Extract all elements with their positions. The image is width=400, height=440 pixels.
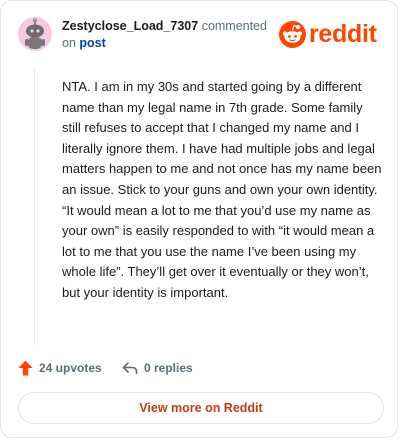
snoo-avatar-icon xyxy=(25,18,45,49)
reply-count: 0 replies xyxy=(144,361,193,375)
user-avatar[interactable] xyxy=(18,17,52,51)
thread-line[interactable] xyxy=(34,67,35,345)
comment-meta: Zestyclose_Load_7307 commented on post xyxy=(62,18,267,52)
upvote-arrow-icon xyxy=(18,360,33,376)
on-text: on xyxy=(62,36,76,50)
reddit-brand[interactable]: reddit xyxy=(279,17,387,51)
reddit-wordmark: reddit xyxy=(309,20,377,48)
post-link[interactable]: post xyxy=(79,36,105,50)
comment-actions: 24 upvotes 0 replies xyxy=(18,358,318,378)
username[interactable]: Zestyclose_Load_7307 xyxy=(62,19,198,33)
comment-body: NTA. I am in my 30s and started going by… xyxy=(62,79,382,300)
commented-text: commented xyxy=(201,19,267,33)
view-more-button[interactable]: View more on Reddit xyxy=(18,392,384,424)
replies-button[interactable]: 0 replies xyxy=(122,358,193,378)
reply-arrow-icon xyxy=(122,362,138,375)
upvote-count: 24 upvotes xyxy=(39,361,102,375)
comment-card: Zestyclose_Load_7307 commented on post r… xyxy=(0,0,398,438)
reddit-snoo-icon xyxy=(279,21,306,48)
upvote-button[interactable]: 24 upvotes xyxy=(18,358,102,378)
